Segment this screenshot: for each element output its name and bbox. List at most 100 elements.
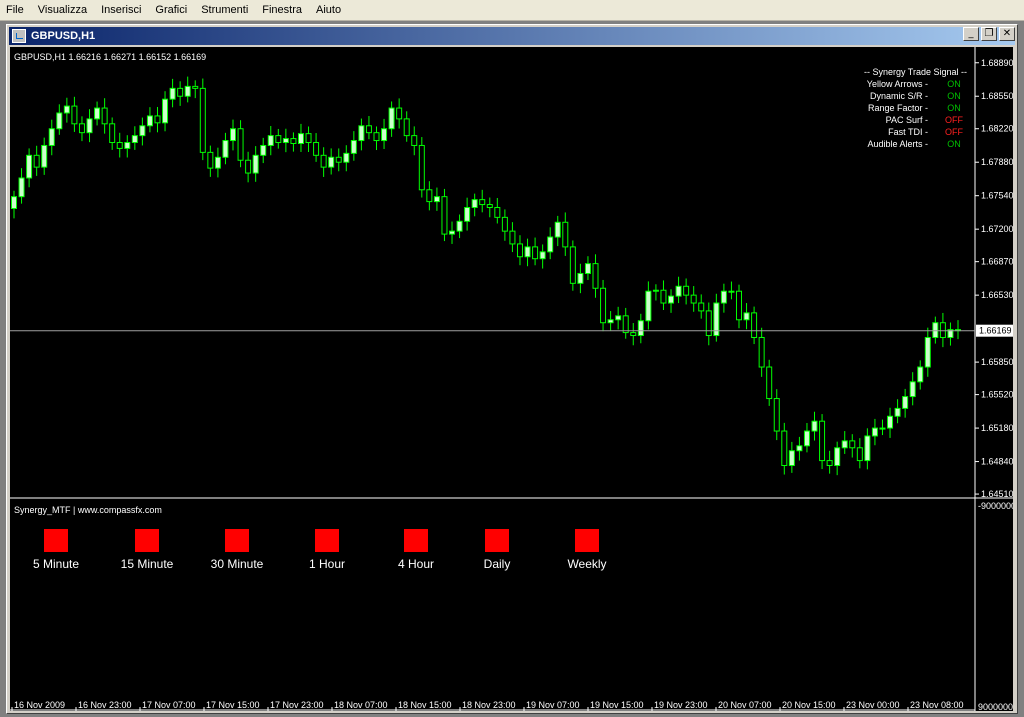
candle-body [584,263,591,274]
price-tick-label: 1.64840 [981,457,1013,467]
candle-body [449,230,456,235]
candle-body [766,366,773,400]
time-tick-label: 16 Nov 2009 [14,700,65,710]
candle-body [237,128,244,161]
mtf-boxes: 5 Minute 15 Minute 30 Minute 1 Hour 4 Hour Da… [33,529,607,571]
signal-value: OFF [945,115,963,125]
menu-file[interactable]: File [0,0,31,20]
tf-label: Weekly [567,557,606,571]
candle-body [773,398,780,432]
time-tick-label: 23 Nov 08:00 [910,700,964,710]
signal-label: Audible Alerts - [867,139,928,149]
tf-label: Daily [484,557,511,571]
candle-body [683,285,690,296]
candle-body [18,177,25,198]
time-tick-label: 18 Nov 23:00 [462,700,516,710]
candle-body [335,156,342,163]
candle-body [124,142,131,149]
candle-body [924,336,931,368]
candle-body [33,154,40,168]
price-tick-label: 1.64510 [981,489,1013,499]
price-tick-label: 1.67880 [981,157,1013,167]
time-tick-label: 18 Nov 07:00 [334,700,388,710]
candle-body [902,396,909,409]
candle-body [411,135,418,146]
tf-label: 5 Minute [33,557,79,571]
signal-label: Yellow Arrows - [867,79,928,89]
menu-finestra[interactable]: Finestra [255,0,309,20]
price-tick-label: 1.68890 [981,58,1013,68]
candle-body [320,154,327,168]
candle-body [101,107,108,125]
tf-signal-box [225,529,249,552]
candle-body [630,332,637,337]
candle-body [418,144,425,191]
candle-body [131,135,138,144]
candle-body [841,440,848,449]
candle-body [109,123,116,144]
time-tick-label: 19 Nov 15:00 [590,700,644,710]
candle-body [803,430,810,447]
candle-body [698,302,705,312]
tf-signal-box [135,529,159,552]
candle-body [396,107,403,120]
candle-body [652,289,659,292]
tf-label: 1 Hour [309,557,345,571]
menu-strumenti[interactable]: Strumenti [194,0,255,20]
candle-body [441,196,448,235]
minimize-button[interactable]: _ [963,27,979,41]
candles-group [11,76,961,476]
price-header: GBPUSD,H1 1.66216 1.66271 1.66152 1.6616… [14,52,206,62]
candle-body [668,295,675,304]
chart-area[interactable]: 1.68890 1.68550 1.68220 1.67880 1.67540 1.672… [10,47,1013,711]
time-tick-label: 19 Nov 23:00 [654,700,708,710]
candle-body [788,450,795,467]
restore-button[interactable]: ❐ [981,27,997,41]
menu-visualizza[interactable]: Visualizza [31,0,94,20]
current-price-label: 1.66169 [979,326,1012,336]
price-chart[interactable]: 1.68890 1.68550 1.68220 1.67880 1.67540 1.672… [10,47,1013,711]
candle-body [932,322,939,338]
time-axis: 16 Nov 2009 16 Nov 23:00 17 Nov 07:00 17 No… [11,700,964,711]
time-tick-label: 16 Nov 23:00 [78,700,132,710]
candle-body [71,105,78,125]
candle-body [426,189,433,203]
price-tick-label: 1.65850 [981,357,1013,367]
candle-body [917,366,924,383]
candle-body [600,287,607,324]
candle-body [169,87,176,100]
menu-aiuto[interactable]: Aiuto [309,0,348,20]
candle-body [615,315,622,321]
candle-body [743,312,750,321]
candle-body [486,204,493,209]
menu-grafici[interactable]: Grafici [148,0,194,20]
candle-body [826,460,833,467]
time-tick-label: 20 Nov 07:00 [718,700,772,710]
candle-body [162,98,169,124]
candle-body [282,138,289,144]
candle-body [811,420,818,432]
chart-window-icon [12,29,26,43]
tf-signal-box [575,529,599,552]
candle-body [554,221,561,238]
candle-body [532,246,539,260]
menu-inserisci[interactable]: Inserisci [94,0,148,20]
signal-value: OFF [945,127,963,137]
chart-window-titlebar[interactable]: GBPUSD,H1 [9,27,1015,45]
candle-body [139,125,146,137]
signal-label: Fast TDI - [888,127,928,137]
candle-body [222,140,229,158]
candle-body [184,85,191,97]
signal-value: ON [947,103,961,113]
candle-body [63,105,70,114]
candle-body [433,196,440,203]
candle-body [879,427,886,430]
chart-window-title: GBPUSD,H1 [31,30,96,42]
close-button[interactable]: ✕ [999,27,1015,41]
tf-label: 30 Minute [211,557,264,571]
time-tick-label: 23 Nov 00:00 [846,700,900,710]
candle-body [381,128,388,142]
time-tick-label: 17 Nov 07:00 [142,700,196,710]
indicator-scale-bottom: 9000000 [978,702,1013,711]
candle-body [48,128,55,146]
